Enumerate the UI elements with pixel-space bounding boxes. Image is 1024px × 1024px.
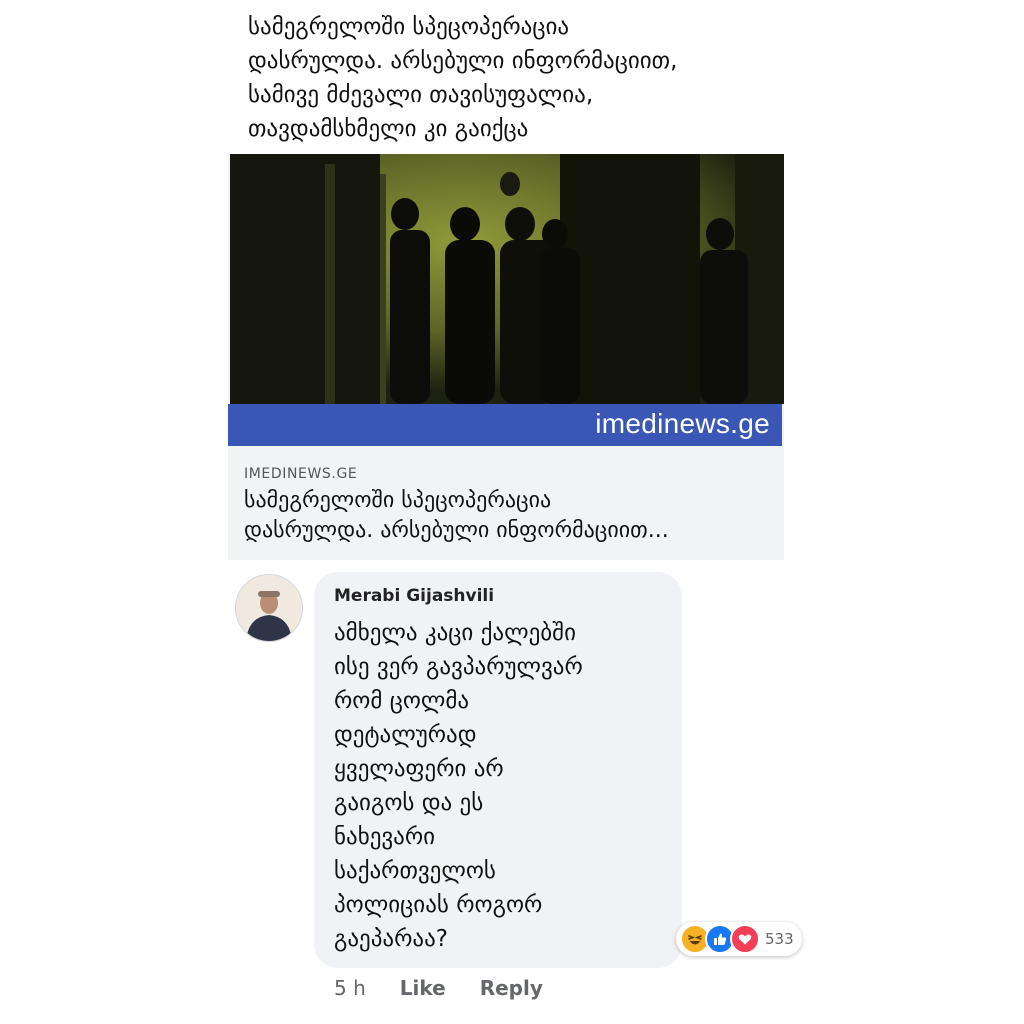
comment-line: გაიგოს და ეს: [334, 790, 484, 816]
comment-text: ამხელა კაცი ქალებში ისე ვერ გავპარულვარ …: [334, 616, 674, 956]
night-scene-image: [230, 154, 784, 404]
avatar[interactable]: [235, 574, 303, 642]
love-icon: [730, 924, 760, 954]
comment-line: ამხელა კაცი ქალებში: [334, 620, 576, 646]
comment-line: რომ ცოლმა: [334, 688, 470, 714]
reaction-summary[interactable]: 533: [676, 922, 802, 956]
reply-button[interactable]: Reply: [480, 976, 543, 1000]
comment-line: გაეპარაა?: [334, 926, 448, 952]
post-text-line: სამეგრელოში სპეცოპერაცია: [248, 14, 570, 40]
comment-timestamp: 5 h: [334, 976, 366, 1000]
watermark-band: imedinews.ge: [228, 404, 782, 446]
link-domain: IMEDINEWS.GE: [244, 466, 358, 482]
post-text-line: დასრულდა. არსებული ინფორმაციით,: [248, 48, 678, 74]
comment-line: პოლიციას როგორ: [334, 892, 543, 918]
reaction-count: 533: [765, 930, 794, 948]
profile-photo: [236, 575, 302, 641]
comment-line: ნახევარი: [334, 824, 436, 850]
news-photo: [230, 154, 784, 404]
link-preview-card[interactable]: imedinews.ge IMEDINEWS.GE სამეგრელოში სპ…: [228, 154, 784, 560]
comment-author[interactable]: Merabi Gijashvili: [334, 586, 494, 606]
like-button[interactable]: Like: [400, 976, 446, 1000]
link-title-line: სამეგრელოში სპეცოპერაცია: [244, 488, 552, 513]
post-text-line: თავდამსხმელი კი გაიქცა: [248, 116, 529, 142]
watermark-text: imedinews.ge: [595, 408, 770, 439]
link-title[interactable]: სამეგრელოში სპეცოპერაცია დასრულდა. არსებ…: [244, 486, 774, 546]
post-text-line: სამივე მძევალი თავისუფალია,: [248, 82, 594, 108]
comment-line: დეტალურად: [334, 722, 477, 748]
link-title-line: დასრულდა. არსებული ინფორმაციით...: [244, 518, 669, 543]
comment-bubble: Merabi Gijashvili ამხელა კაცი ქალებში ის…: [314, 572, 682, 968]
comment-line: ისე ვერ გავპარულვარ: [334, 654, 583, 680]
comment-actions: 5 h Like Reply: [334, 976, 543, 1000]
comment-line: საქართველოს: [334, 858, 496, 884]
post-text: სამეგრელოში სპეცოპერაცია დასრულდა. არსებ…: [248, 10, 808, 146]
comment-line: ყველაფერი არ: [334, 756, 504, 782]
